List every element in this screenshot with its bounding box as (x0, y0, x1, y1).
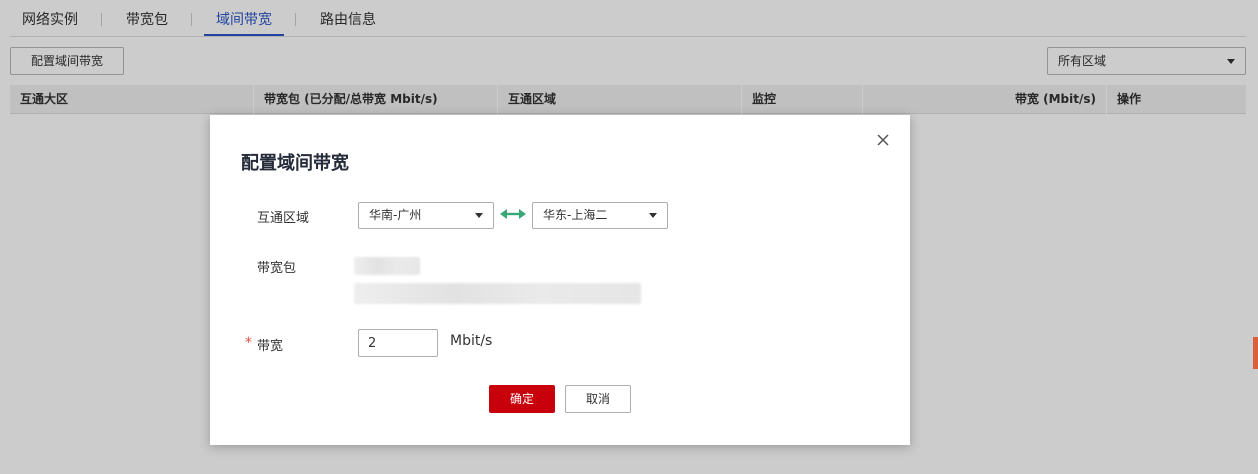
cancel-button[interactable]: 取消 (565, 385, 631, 413)
chevron-down-icon (649, 213, 657, 218)
region-to-select[interactable]: 华东-上海二 (532, 202, 668, 229)
region-from-value: 华南-广州 (369, 208, 422, 222)
bandwidth-unit: Mbit/s (450, 333, 493, 349)
configure-bandwidth-dialog: 配置域间带宽 互通区域 华南-广州 华东-上海二 带宽包 * 带宽 Mbit/s… (210, 115, 910, 445)
package-label: 带宽包 (257, 261, 297, 276)
bidirectional-arrow-icon (500, 209, 526, 219)
region-to-value: 华东-上海二 (543, 208, 608, 222)
confirm-button[interactable]: 确定 (489, 385, 555, 413)
side-feedback-tab[interactable] (1253, 337, 1258, 369)
dialog-title: 配置域间带宽 (241, 153, 349, 174)
package-name-redacted (354, 257, 420, 275)
package-detail-redacted (354, 283, 641, 304)
required-marker: * (245, 335, 252, 351)
bandwidth-input[interactable] (358, 329, 438, 357)
region-from-select[interactable]: 华南-广州 (358, 202, 494, 229)
region-label: 互通区域 (257, 211, 310, 226)
bandwidth-label: 带宽 (257, 339, 284, 354)
chevron-down-icon (475, 213, 483, 218)
close-icon[interactable] (876, 133, 890, 147)
